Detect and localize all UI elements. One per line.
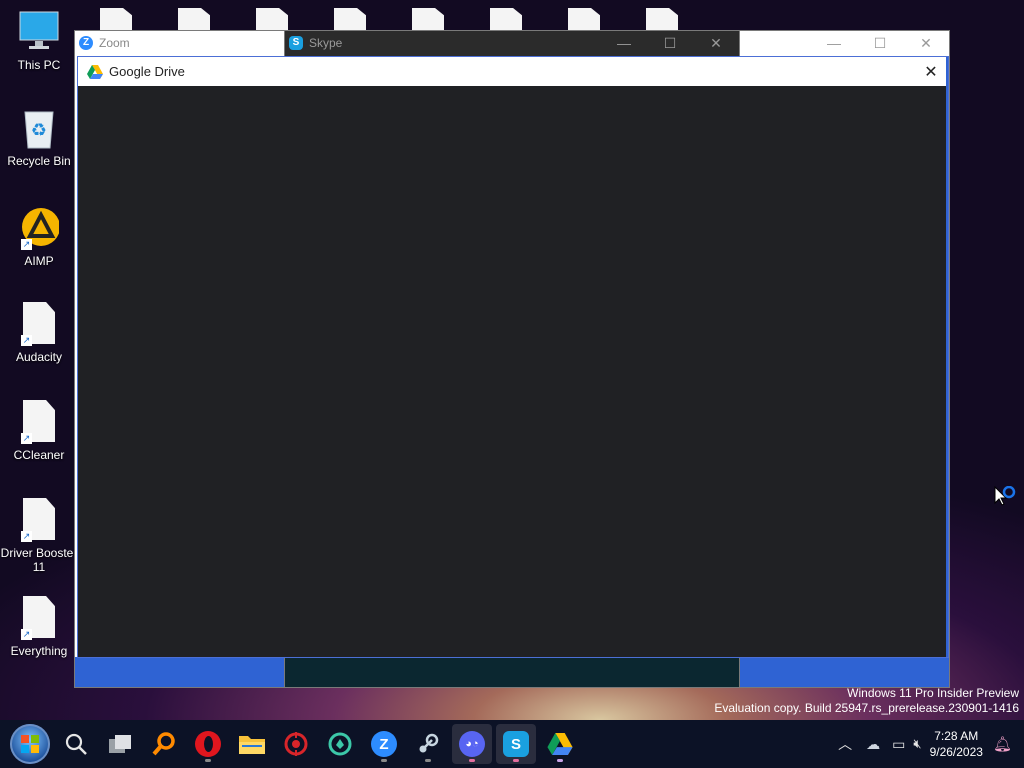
taskbar-steam[interactable] — [408, 724, 448, 764]
window-title: Zoom — [99, 36, 130, 50]
shield-icon — [284, 732, 308, 756]
desktop-icon-driver-booster[interactable]: ↗ Driver Booster 11 — [0, 498, 78, 574]
recycle-bin-icon: ♻ — [19, 106, 59, 150]
desktop-icon-aimp[interactable]: ↗ AIMP — [0, 206, 78, 268]
aimp-icon: ↗ — [19, 206, 60, 250]
volume-muted-icon[interactable]: 🔇︎ — [913, 736, 921, 752]
skype-icon: S — [289, 36, 303, 50]
taskbar-app-teal[interactable] — [320, 724, 360, 764]
desktop-icon-label: Everything — [10, 644, 68, 658]
busy-cursor-icon — [994, 485, 1018, 513]
taskbar-google-drive[interactable] — [540, 724, 580, 764]
desktop-file-icon[interactable] — [646, 8, 678, 32]
desktop-file-icon[interactable] — [100, 8, 132, 32]
taskbar-file-explorer[interactable] — [232, 724, 272, 764]
zoom-icon: Z — [79, 36, 93, 50]
watermark-line1: Windows 11 Pro Insider Preview — [847, 686, 1019, 700]
taskbar-opera[interactable] — [188, 724, 228, 764]
taskbar: Z ◕◔ S ︿ ☁ ▭ 🔇︎ 7:28 AM 9/26/2023 🔔︎ — [0, 720, 1024, 768]
taskbar-zoom[interactable]: Z — [364, 724, 404, 764]
folder-icon — [239, 736, 265, 754]
desktop-file-icon[interactable] — [412, 8, 444, 32]
system-tray: ︿ ☁ ▭ 🔇︎ 7:28 AM 9/26/2023 🔔︎ — [838, 720, 1024, 768]
skype-window-footer — [285, 657, 739, 687]
discord-icon: ◕◔ — [459, 731, 485, 757]
taskbar-search-app[interactable] — [144, 724, 184, 764]
file-icon: ↗ — [19, 596, 59, 640]
minimize-button[interactable]: — — [601, 35, 647, 51]
shortcut-arrow-icon: ↗ — [21, 629, 32, 640]
svg-text:♻: ♻ — [31, 120, 47, 141]
desktop-icon-recycle-bin[interactable]: ♻ Recycle Bin — [0, 106, 78, 168]
taskbar-app-red[interactable] — [276, 724, 316, 764]
window-title: Skype — [309, 36, 343, 50]
windows-watermark: Windows 11 Pro Insider Preview Evaluatio… — [714, 686, 1019, 716]
desktop-icon-audacity[interactable]: ↗ Audacity — [0, 302, 78, 364]
search-icon — [65, 733, 87, 755]
desktop-file-icon[interactable] — [490, 8, 522, 32]
maximize-button[interactable]: ☐ — [857, 35, 903, 52]
clock-time: 7:28 AM — [934, 729, 979, 743]
close-button[interactable]: ✕ — [693, 35, 739, 52]
close-button[interactable]: ✕ — [916, 62, 946, 82]
clock-date: 9/26/2023 — [929, 745, 983, 759]
file-icon: ↗ — [19, 302, 59, 346]
desktop-file-icon[interactable] — [568, 8, 600, 32]
maximize-button[interactable]: ☐ — [647, 35, 693, 52]
google-drive-icon — [87, 64, 103, 79]
shortcut-arrow-icon: ↗ — [21, 335, 32, 346]
window-title: Google Drive — [109, 64, 185, 79]
taskbar-skype[interactable]: S — [496, 724, 536, 764]
google-drive-icon — [547, 733, 573, 755]
ccleaner-icon — [328, 732, 352, 756]
start-button[interactable] — [8, 724, 52, 764]
skype-titlebar[interactable]: S Skype — ☐ ✕ — [285, 31, 739, 55]
opera-icon — [195, 731, 221, 757]
close-button[interactable]: ✕ — [903, 35, 949, 52]
desktop-file-icon[interactable] — [334, 8, 366, 32]
google-drive-window[interactable]: Google Drive ✕ — [78, 57, 948, 657]
desktop-icon-label: CCleaner — [13, 448, 65, 462]
clock[interactable]: 7:28 AM 9/26/2023 — [930, 728, 983, 760]
desktop-file-icon[interactable] — [256, 8, 288, 32]
notification-bell-icon[interactable]: 🔔︎ — [993, 735, 1012, 753]
skype-icon: S — [503, 731, 529, 757]
minimize-button[interactable]: — — [811, 35, 857, 51]
desktop-file-icon[interactable] — [178, 8, 210, 32]
chevron-up-icon[interactable]: ︿ — [838, 734, 852, 754]
desktop-icon-label: AIMP — [24, 254, 54, 268]
onedrive-icon[interactable]: ☁ — [866, 736, 880, 753]
desktop-icon-this-pc[interactable]: This PC — [0, 10, 78, 72]
monitor-icon — [19, 10, 59, 54]
desktop-icon-ccleaner[interactable]: ↗ CCleaner — [0, 400, 78, 462]
shortcut-arrow-icon: ↗ — [21, 531, 32, 542]
shortcut-arrow-icon: ↗ — [21, 433, 32, 444]
file-icon: ↗ — [19, 498, 59, 542]
task-view-icon — [109, 735, 131, 753]
taskbar-discord[interactable]: ◕◔ — [452, 724, 492, 764]
windows-start-icon — [10, 724, 50, 764]
network-icon[interactable]: ▭ — [892, 736, 905, 753]
zoom-icon: Z — [371, 731, 397, 757]
desktop-icon-label: Audacity — [15, 350, 63, 364]
file-icon: ↗ — [19, 400, 59, 444]
desktop-icon-label: Recycle Bin — [7, 154, 71, 168]
google-drive-titlebar[interactable]: Google Drive ✕ — [78, 57, 946, 86]
steam-icon — [419, 733, 439, 753]
task-view-button[interactable] — [100, 724, 140, 764]
desktop-icon-label: Driver Booster 11 — [0, 546, 78, 574]
magnifier-app-icon — [152, 732, 175, 756]
desktop-icon-everything[interactable]: ↗ Everything — [0, 596, 78, 658]
search-button[interactable] — [56, 724, 96, 764]
desktop-icon-label: This PC — [17, 58, 61, 72]
google-drive-content — [78, 86, 946, 657]
shortcut-arrow-icon: ↗ — [21, 239, 32, 250]
watermark-line2: Evaluation copy. Build 25947.rs_prerelea… — [714, 701, 1019, 715]
